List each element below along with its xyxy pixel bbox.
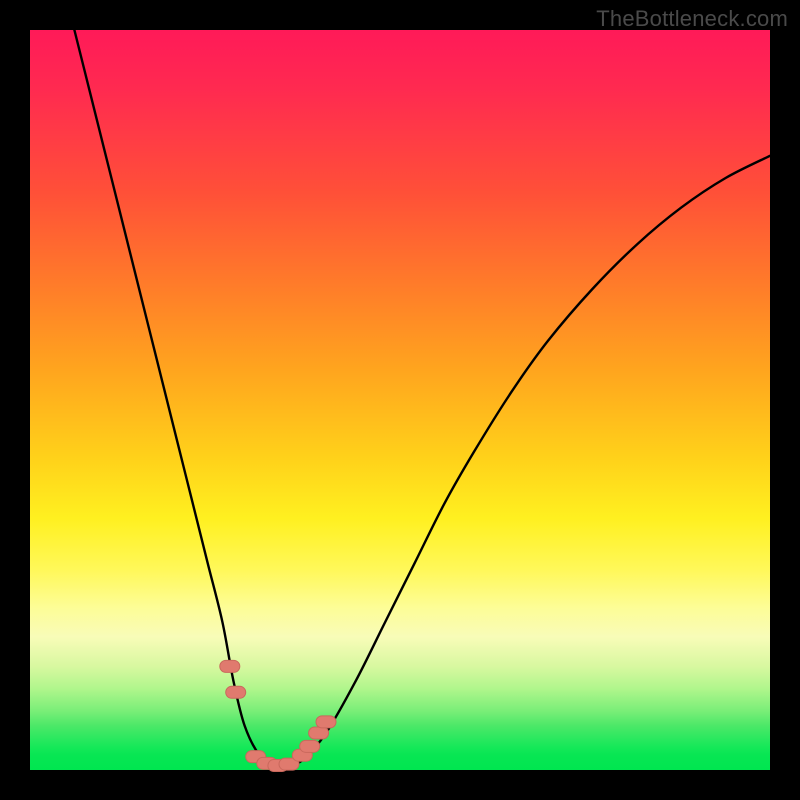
curve-marker (226, 686, 246, 698)
curve-marker (220, 660, 240, 672)
chart-svg (30, 30, 770, 770)
bottleneck-curve (74, 30, 770, 767)
curve-marker (309, 727, 329, 739)
curve-marker (300, 740, 320, 752)
watermark-text: TheBottleneck.com (596, 6, 788, 32)
chart-frame: TheBottleneck.com (0, 0, 800, 800)
curve-markers (220, 660, 336, 771)
plot-area (30, 30, 770, 770)
curve-marker (316, 716, 336, 728)
